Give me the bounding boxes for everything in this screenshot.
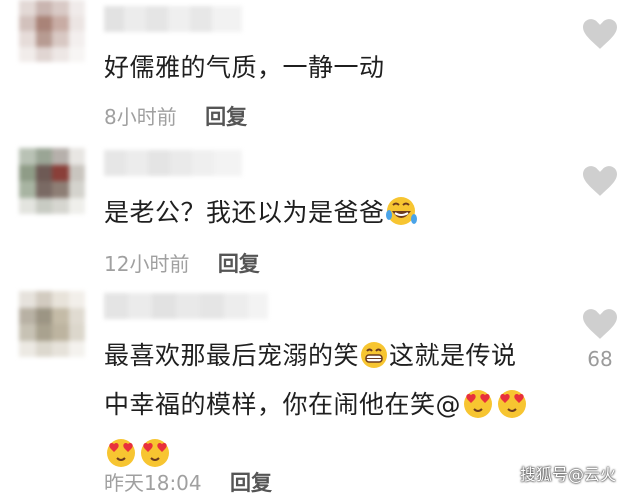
grin-emoji <box>359 340 389 383</box>
comment-text-line: 中幸福的模样，你在闹他在笑@ <box>104 383 570 432</box>
comment-text-part: 这就是传说 <box>389 341 517 370</box>
heart-eyes-emoji <box>495 387 529 432</box>
avatar[interactable] <box>19 148 85 214</box>
reply-button[interactable]: 回复 <box>218 252 260 276</box>
avatar[interactable] <box>19 0 85 62</box>
comment-meta: 12小时前 回复 <box>104 248 260 278</box>
heart-icon <box>583 309 617 339</box>
avatar[interactable] <box>19 291 85 357</box>
comment-text-line: 最喜欢那最后宠溺的笑 这就是传说 <box>104 334 570 383</box>
rofl-emoji <box>385 195 419 240</box>
watermark: 搜狐号@云火 <box>519 465 616 484</box>
username-blurred[interactable] <box>104 6 242 32</box>
heart-icon <box>583 166 617 196</box>
comment-text-content: 是老公？我还以为是爸爸 <box>104 198 385 227</box>
comment-time: 昨天18:04 <box>104 471 202 495</box>
heart-icon <box>583 19 617 49</box>
heart-eyes-emoji <box>461 387 495 432</box>
comment-time: 12小时前 <box>104 252 190 276</box>
reply-button[interactable]: 回复 <box>230 471 272 495</box>
reply-button[interactable]: 回复 <box>205 105 247 129</box>
username-blurred[interactable] <box>104 150 242 176</box>
username-blurred[interactable] <box>104 293 268 319</box>
comment-text: 最喜欢那最后宠溺的笑 这就是传说 中幸福的模样，你在闹他在笑@ <box>104 334 570 481</box>
like-button[interactable] <box>580 19 620 49</box>
like-button[interactable] <box>580 166 620 196</box>
comment-text: 是老公？我还以为是爸爸 <box>104 191 570 240</box>
like-button[interactable]: 68 <box>580 309 620 371</box>
comment-time: 8小时前 <box>104 105 177 129</box>
comment-text-part: 最喜欢那最后宠溺的笑 <box>104 341 360 370</box>
comment-meta: 8小时前 回复 <box>104 101 247 131</box>
comment-text: 好儒雅的气质，一静一动 <box>104 53 385 82</box>
comment-meta: 昨天18:04 回复 <box>104 467 272 497</box>
comment-text-part: 中幸福的模样，你在闹他在笑@ <box>104 390 462 419</box>
like-count: 68 <box>587 347 613 371</box>
